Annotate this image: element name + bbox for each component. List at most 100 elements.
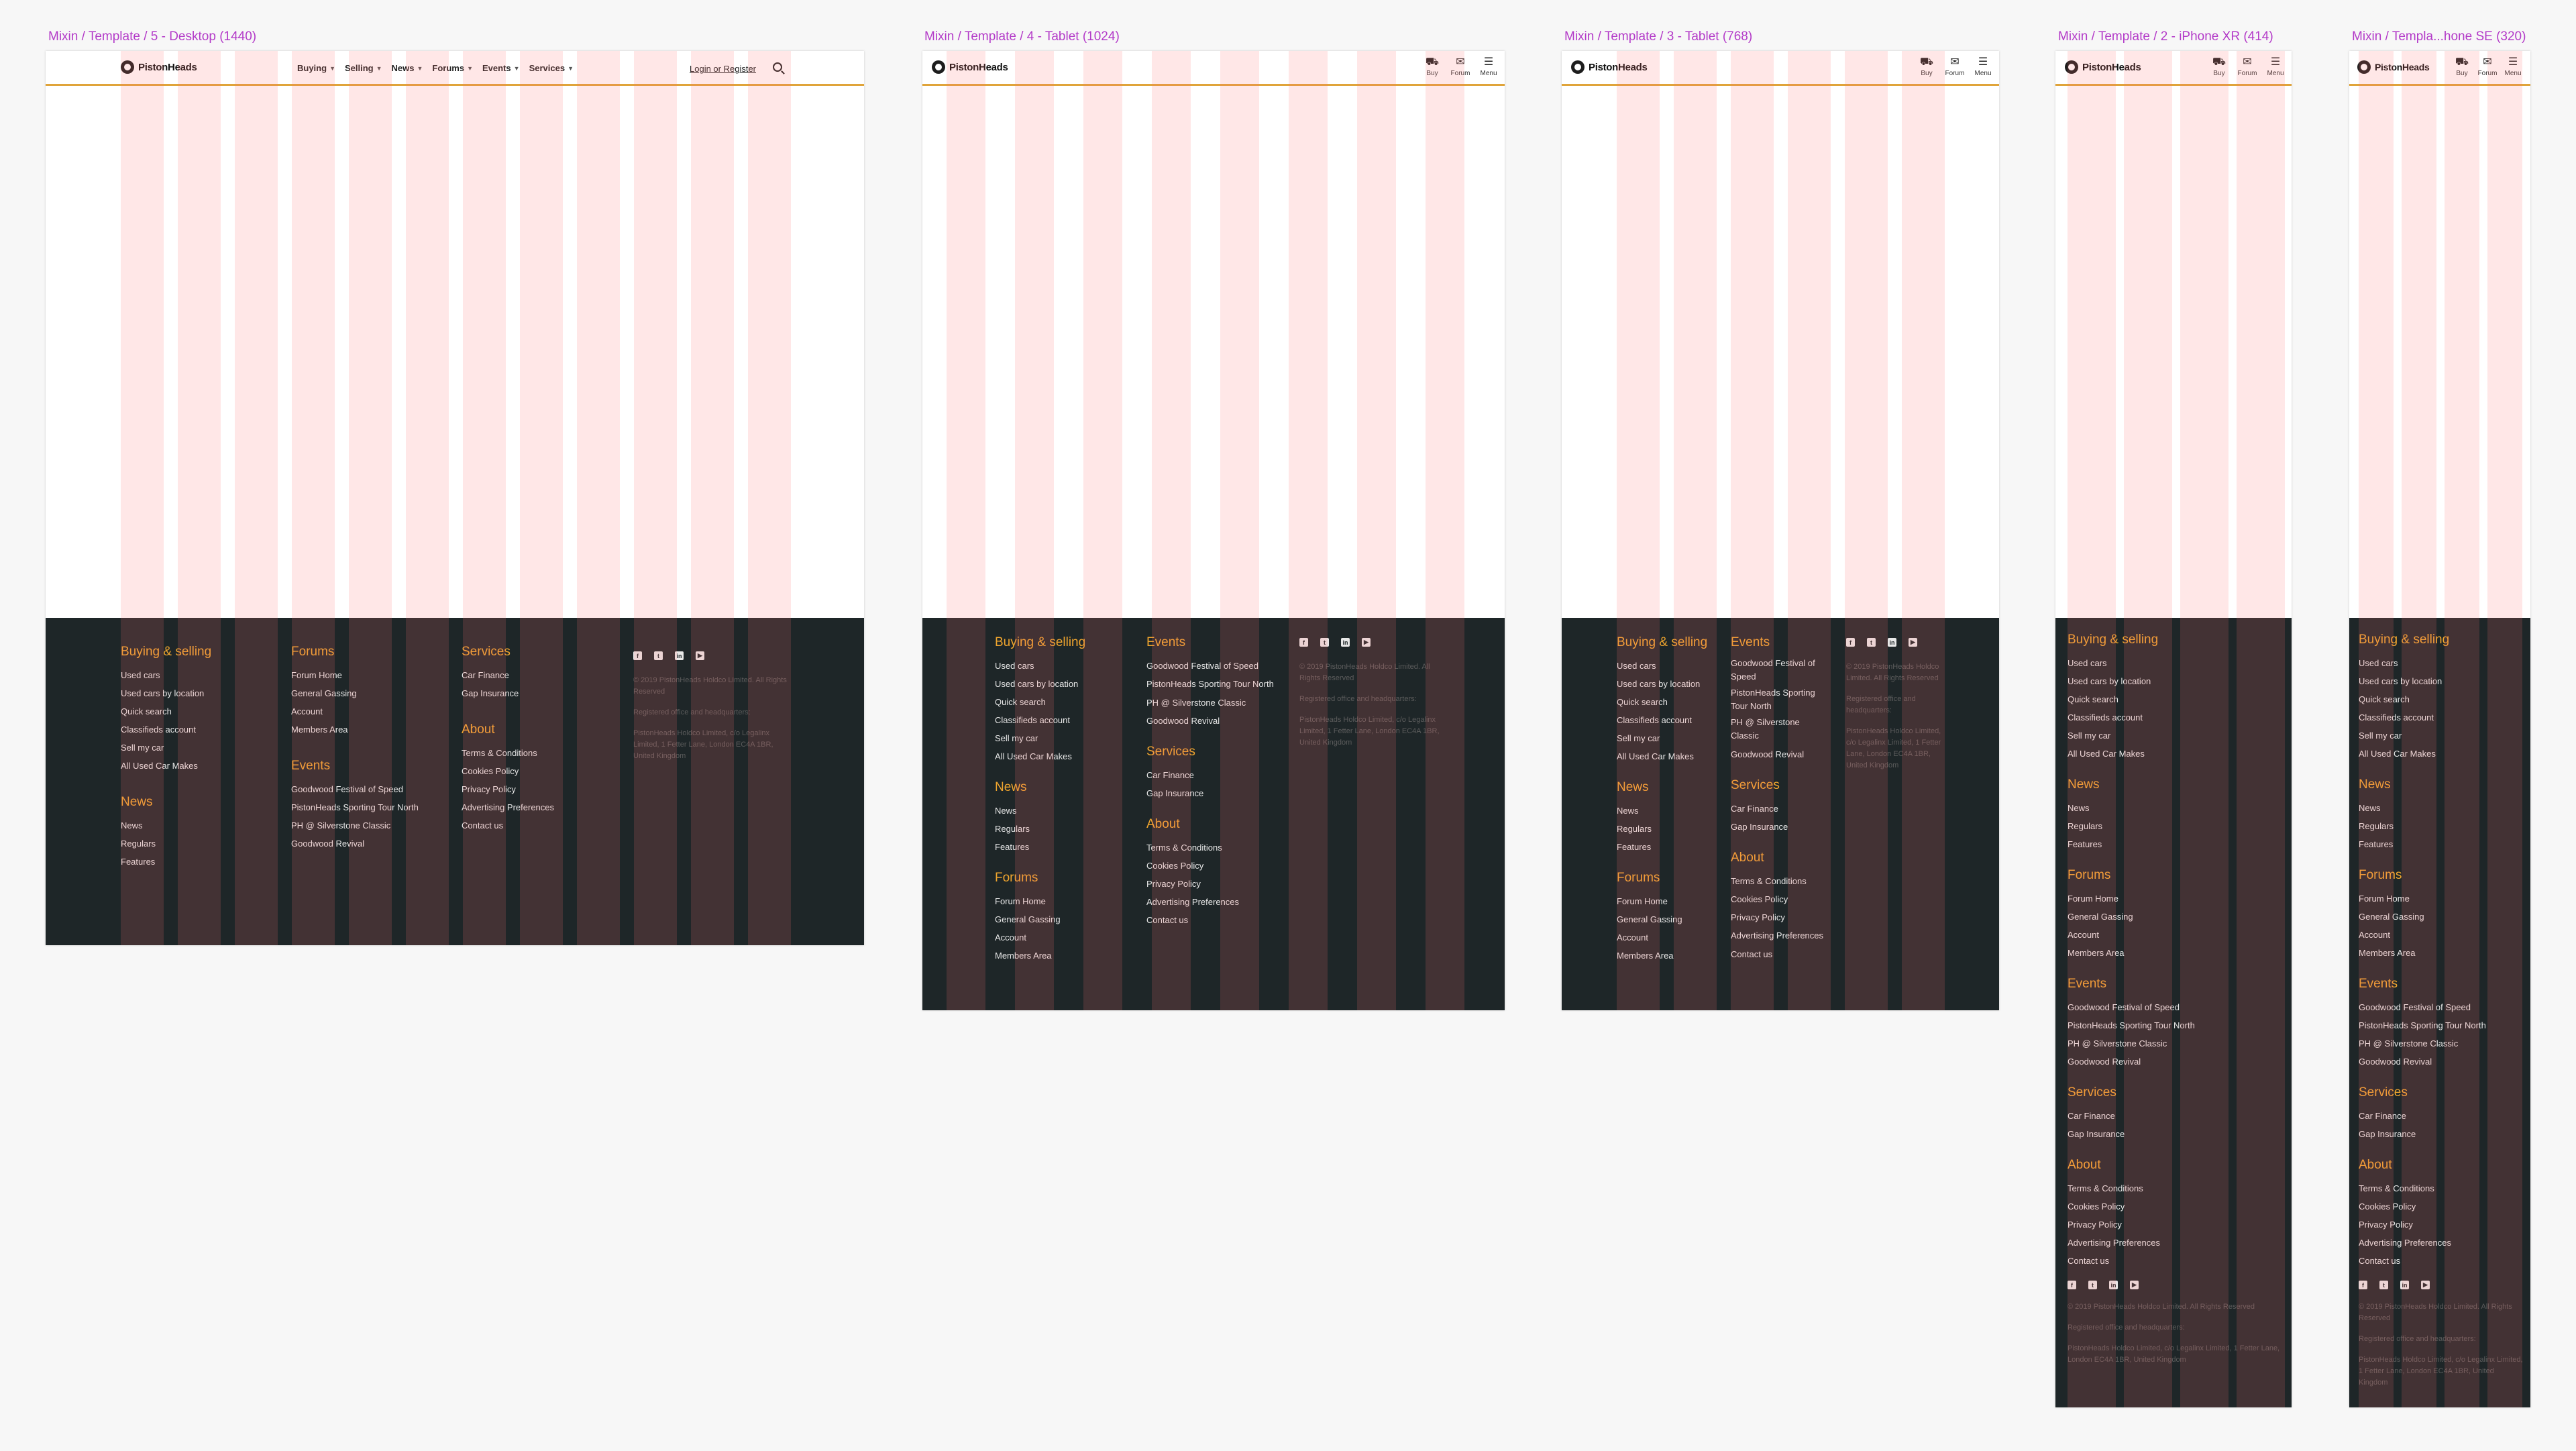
footer-link[interactable]: Terms & Conditions (1146, 839, 1281, 857)
twitter-icon[interactable]: t (2379, 1281, 2388, 1289)
footer-link[interactable]: All Used Car Makes (121, 757, 211, 775)
linkedin-icon[interactable]: in (2109, 1281, 2118, 1289)
footer-link[interactable]: PH @ Silverstone Classic (2068, 1034, 2282, 1053)
footer-link[interactable]: Terms & Conditions (1731, 872, 1828, 890)
footer-link[interactable]: All Used Car Makes (2068, 745, 2282, 763)
footer-link[interactable]: Terms & Conditions (462, 744, 554, 762)
facebook-icon[interactable]: f (1299, 638, 1308, 647)
nav-events[interactable]: Events ▼ (482, 63, 520, 73)
footer-link[interactable]: Forum Home (995, 892, 1085, 910)
footer-link[interactable]: PH @ Silverstone Classic (2359, 1034, 2524, 1053)
footer-link[interactable]: Classifieds account (1617, 711, 1707, 729)
logo[interactable]: PistonHeads (2357, 60, 2430, 74)
footer-link[interactable]: Forum Home (291, 666, 419, 684)
footer-link[interactable]: Privacy Policy (1146, 875, 1281, 893)
footer-link[interactable]: Features (2068, 835, 2282, 853)
footer-link[interactable]: PistonHeads Sporting Tour North (1146, 678, 1281, 691)
footer-link[interactable]: Car Finance (1731, 800, 1828, 818)
forum-button[interactable]: ✉ Forum (1448, 55, 1472, 77)
footer-link[interactable]: News (2359, 799, 2524, 817)
footer-link[interactable]: All Used Car Makes (1617, 747, 1707, 765)
footer-link[interactable]: Car Finance (462, 666, 554, 684)
footer-link[interactable]: Quick search (1617, 693, 1707, 711)
footer-link[interactable]: General Gassing (2068, 908, 2282, 926)
twitter-icon[interactable]: t (654, 651, 663, 660)
footer-link[interactable]: Advertising Preferences (2068, 1234, 2282, 1252)
linkedin-icon[interactable]: in (675, 651, 684, 660)
footer-link[interactable]: Sell my car (121, 739, 211, 757)
footer-link[interactable]: Gap Insurance (462, 684, 554, 702)
footer-link[interactable]: Regulars (2359, 817, 2524, 835)
footer-link[interactable]: Goodwood Revival (291, 835, 419, 853)
footer-link[interactable]: News (2068, 799, 2282, 817)
footer-link[interactable]: News (995, 802, 1085, 820)
youtube-icon[interactable]: ▶ (2130, 1281, 2139, 1289)
footer-link[interactable]: Gap Insurance (2359, 1125, 2524, 1143)
footer-link[interactable]: Sell my car (2359, 727, 2524, 745)
footer-link[interactable]: Members Area (1617, 947, 1707, 965)
youtube-icon[interactable]: ▶ (2421, 1281, 2430, 1289)
linkedin-icon[interactable]: in (2400, 1281, 2409, 1289)
footer-link[interactable]: All Used Car Makes (995, 747, 1085, 765)
footer-link[interactable]: Sell my car (995, 729, 1085, 747)
footer-link[interactable]: Members Area (2068, 944, 2282, 962)
footer-link[interactable]: Cookies Policy (1146, 857, 1281, 875)
buy-button[interactable]: ⛟ Buy (2207, 55, 2231, 77)
footer-link[interactable]: Used cars (2068, 654, 2282, 672)
footer-link[interactable]: Contact us (2359, 1252, 2524, 1270)
search-icon[interactable] (773, 62, 782, 72)
footer-link[interactable]: Forum Home (2359, 890, 2524, 908)
linkedin-icon[interactable]: in (1341, 638, 1350, 647)
footer-link[interactable]: Account (995, 928, 1085, 947)
footer-link[interactable]: Classifieds account (2359, 708, 2524, 727)
nav-news[interactable]: News ▼ (392, 63, 423, 73)
footer-link[interactable]: Quick search (2359, 690, 2524, 708)
footer-link[interactable]: Privacy Policy (2068, 1216, 2282, 1234)
footer-link[interactable]: Used cars (995, 657, 1085, 675)
footer-link[interactable]: PistonHeads Sporting Tour North (2359, 1016, 2524, 1034)
youtube-icon[interactable]: ▶ (1909, 638, 1917, 647)
footer-link[interactable]: Sell my car (1617, 729, 1707, 747)
footer-link[interactable]: Quick search (995, 693, 1085, 711)
footer-link[interactable]: Gap Insurance (1146, 784, 1281, 802)
footer-link[interactable]: Advertising Preferences (1146, 893, 1281, 911)
buy-button[interactable]: ⛟ Buy (2450, 55, 2474, 77)
footer-link[interactable]: Cookies Policy (2068, 1197, 2282, 1216)
footer-link[interactable]: Members Area (2359, 944, 2524, 962)
twitter-icon[interactable]: t (2088, 1281, 2097, 1289)
footer-link[interactable]: Car Finance (2359, 1107, 2524, 1125)
menu-button[interactable]: ☰ Menu (2501, 55, 2525, 77)
footer-link[interactable]: General Gassing (1617, 910, 1707, 928)
footer-link[interactable]: Members Area (291, 720, 419, 739)
footer-link[interactable]: Goodwood Festival of Speed (1731, 657, 1828, 684)
footer-link[interactable]: General Gassing (995, 910, 1085, 928)
footer-link[interactable]: Terms & Conditions (2068, 1179, 2282, 1197)
footer-link[interactable]: Account (2359, 926, 2524, 944)
footer-link[interactable]: Terms & Conditions (2359, 1179, 2524, 1197)
footer-link[interactable]: PistonHeads Sporting Tour North (1731, 686, 1828, 713)
nav-services[interactable]: Services ▼ (529, 63, 574, 73)
footer-link[interactable]: Classifieds account (2068, 708, 2282, 727)
footer-link[interactable]: Cookies Policy (1731, 890, 1828, 908)
footer-link[interactable]: Features (995, 838, 1085, 856)
footer-link[interactable]: Members Area (995, 947, 1085, 965)
footer-link[interactable]: Classifieds account (121, 720, 211, 739)
footer-link[interactable]: Account (1617, 928, 1707, 947)
twitter-icon[interactable]: t (1867, 638, 1876, 647)
footer-link[interactable]: Car Finance (1146, 766, 1281, 784)
forum-button[interactable]: ✉ Forum (2235, 55, 2259, 77)
footer-link[interactable]: Contact us (1146, 911, 1281, 929)
footer-link[interactable]: Used cars by location (2068, 672, 2282, 690)
footer-link[interactable]: News (121, 816, 211, 835)
footer-link[interactable]: PH @ Silverstone Classic (1731, 716, 1828, 743)
footer-link[interactable]: Used cars (2359, 654, 2524, 672)
buy-button[interactable]: ⛟ Buy (1420, 55, 1444, 77)
menu-button[interactable]: ☰ Menu (1477, 55, 1501, 77)
footer-link[interactable]: Used cars by location (121, 684, 211, 702)
footer-link[interactable]: Contact us (2068, 1252, 2282, 1270)
footer-link[interactable]: Gap Insurance (1731, 818, 1828, 836)
footer-link[interactable]: Regulars (121, 835, 211, 853)
footer-link[interactable]: Features (2359, 835, 2524, 853)
footer-link[interactable]: Contact us (1731, 945, 1828, 963)
footer-link[interactable]: PH @ Silverstone Classic (291, 816, 419, 835)
